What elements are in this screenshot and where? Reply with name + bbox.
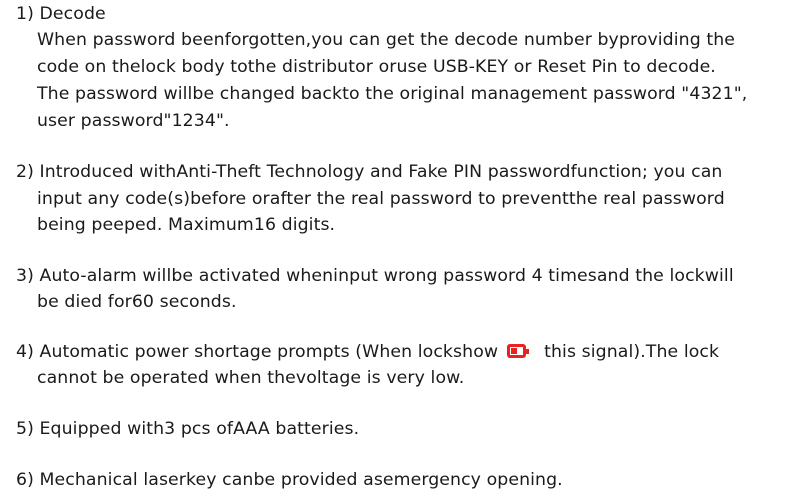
item-1-line-4: user password"1234". bbox=[37, 111, 230, 131]
item-4-line-1: 4) Automatic power shortage prompts (Whe… bbox=[16, 341, 719, 363]
item-6-line-1: 6) Mechanical laserkey canbe provided as… bbox=[16, 470, 563, 490]
item-4-line-2: cannot be operated when thevoltage is ve… bbox=[37, 368, 465, 388]
item-3-line-1: 3) Auto-alarm willbe activated wheninput… bbox=[16, 266, 734, 286]
item-5-line-1: 5) Equipped with3 pcs ofAAA batteries. bbox=[16, 419, 360, 439]
item-2-line-1: 2) Introduced withAnti-Theft Technology … bbox=[16, 162, 723, 182]
battery-low-icon bbox=[507, 344, 530, 358]
item-2-line-3: being peeped. Maximum16 digits. bbox=[37, 215, 336, 235]
item-1-heading: 1) Decode bbox=[16, 4, 106, 24]
item-2-line-2: input any code(s)before orafter the real… bbox=[37, 189, 725, 209]
instruction-document: 1) Decode When password beenforgotten,yo… bbox=[0, 0, 809, 497]
item-1-line-1: When password beenforgotten,you can get … bbox=[37, 30, 736, 50]
item-4-line-1-after: this signal).The lock bbox=[544, 342, 720, 362]
item-1-line-3: The password willbe changed backto the o… bbox=[37, 84, 748, 104]
item-1-line-2: code on thelock body tothe distributor o… bbox=[37, 57, 716, 77]
item-3-line-2: be died for60 seconds. bbox=[37, 292, 237, 312]
item-4-line-1-before: 4) Automatic power shortage prompts (Whe… bbox=[16, 342, 499, 362]
